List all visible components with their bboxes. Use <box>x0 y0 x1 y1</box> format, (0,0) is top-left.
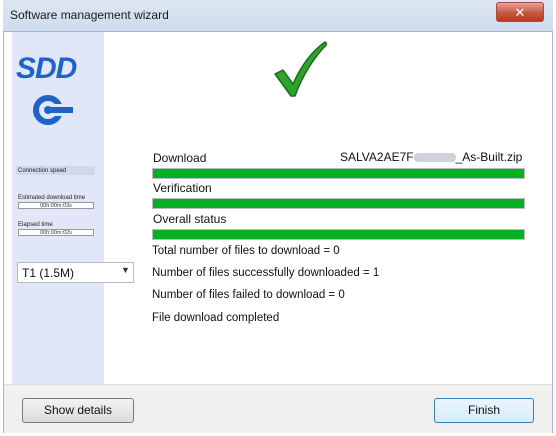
window-title: Software management wizard <box>10 8 169 22</box>
chevron-down-icon: ▼ <box>121 265 130 275</box>
connection-speed-label: Connection speed <box>18 168 67 174</box>
finish-button[interactable]: Finish <box>434 398 534 423</box>
show-details-button[interactable]: Show details <box>22 398 134 423</box>
close-button[interactable]: ✕ <box>496 2 544 22</box>
overall-status-label: Overall status <box>153 212 227 226</box>
file-name-suffix: _As-Built.zip <box>455 150 523 164</box>
file-name: SALVA2AE7F _As-Built.zip <box>340 150 522 164</box>
overall-progress-bar <box>152 229 525 240</box>
verification-label: Verification <box>153 181 212 195</box>
file-name-redaction <box>413 153 456 162</box>
failed-files-text: Number of files failed to download = 0 <box>152 289 345 301</box>
download-progress-bar <box>152 168 525 179</box>
successful-files-text: Number of files successfully downloaded … <box>152 267 380 279</box>
file-name-prefix: SALVA2AE7F <box>340 150 414 164</box>
total-files-text: Total number of files to download = 0 <box>152 245 340 257</box>
verification-progress-bar <box>152 198 525 209</box>
estimated-time-field: 00h:00m:03s <box>18 202 94 209</box>
connection-speed-value: T1 (1.5M) <box>22 266 75 280</box>
checkmark-icon <box>273 40 328 103</box>
brand-logo-text: SDD <box>16 52 77 85</box>
elapsed-time-label: Elapsed time <box>18 222 53 228</box>
elapsed-time-field: 00h:00m:02s <box>18 229 94 236</box>
connector-logo-icon <box>28 93 74 132</box>
connection-speed-select[interactable]: T1 (1.5M) ▼ <box>17 262 134 283</box>
estimated-time-label: Estimated download time <box>18 195 86 201</box>
completion-message: File download completed <box>152 312 280 324</box>
download-label: Download <box>153 151 207 165</box>
